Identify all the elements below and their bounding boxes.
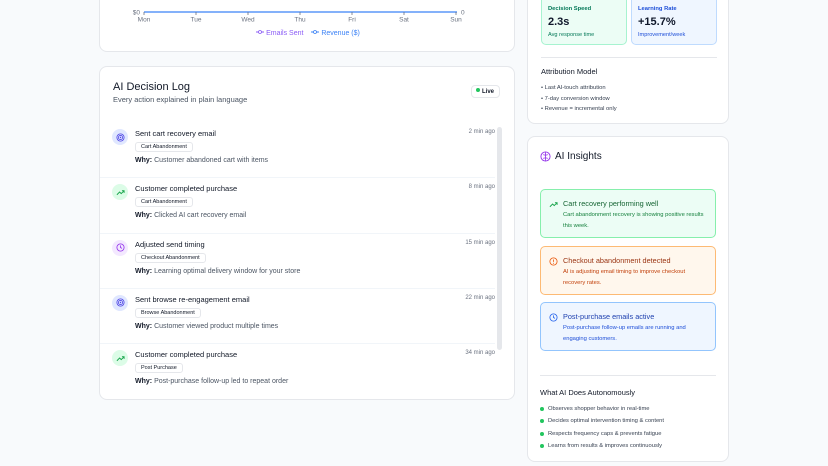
log-item-why: Why: Customer abandoned cart with items: [135, 157, 269, 164]
decision-log-list: Sent cart recovery email 2 min ago Cart …: [100, 123, 495, 399]
log-item-title: Sent cart recovery email: [135, 129, 216, 138]
x-tick-label: Wed: [241, 17, 255, 24]
autonomous-title: What AI Does Autonomously: [540, 388, 636, 397]
metric-value: +15.7%: [638, 16, 676, 28]
log-item-badge: Checkout Abandonment: [135, 252, 206, 263]
log-item-time: 2 min ago: [468, 129, 495, 135]
x-tick-label: Fri: [348, 17, 356, 24]
log-item-title: Customer completed purchase: [135, 350, 238, 360]
brain-icon: [540, 151, 551, 162]
clock-icon: [112, 239, 128, 256]
log-item-time: 15 min ago: [465, 239, 495, 246]
metric-caption: Avg response time: [548, 32, 595, 38]
attribution-item: • Last AI-touch attribution: [541, 85, 606, 91]
attribution-title: Attribution Model: [541, 67, 598, 76]
trending-up-icon: [112, 350, 128, 367]
log-item[interactable]: Customer completed purchase 8 min ago Ca…: [100, 178, 495, 234]
clock-icon: [549, 313, 558, 322]
x-tick-label: Tue: [191, 17, 202, 24]
autonomous-item: Decides optimal intervention timing & co…: [540, 415, 664, 427]
log-item-why: Why: Customer viewed product multiple ti…: [135, 322, 279, 330]
divider: [540, 375, 716, 376]
insight-description: Post-purchase follow-up emails are runni…: [563, 325, 686, 342]
chart-legend: Emails Sent Revenue ($): [100, 29, 516, 37]
log-item-why: Why: Clicked AI cart recovery email: [135, 212, 247, 220]
metric-caption: Improvement/week: [638, 32, 686, 38]
attribution-item: • Revenue = incremental only: [541, 106, 617, 112]
bullet-dot-icon: [540, 431, 544, 436]
insight-description: Cart abandonment recovery is showing pos…: [563, 212, 704, 229]
decision-speed-tile: Decision Speed 2.3s Avg response time: [541, 0, 627, 45]
y-right-tick: 0: [461, 10, 465, 17]
live-dot-icon: [475, 88, 480, 92]
log-item-why: Why: Post-purchase follow-up led to repe…: [135, 378, 289, 386]
legend-item-emails: Emails Sent: [256, 30, 305, 37]
insight-title: Cart recovery performing well: [563, 199, 659, 208]
legend-line-icon: [256, 30, 265, 34]
log-item-badge: Cart Abandonment: [135, 142, 193, 152]
x-tick-label: Sun: [450, 17, 462, 24]
learning-rate-tile: Learning Rate +15.7% Improvement/week: [631, 0, 717, 45]
decision-log-title: AI Decision Log: [113, 81, 191, 93]
performance-chart: $0 0 Mon Tue Wed Thu Fri Sat Sun: [133, 10, 465, 24]
performance-chart-card: $0 0 Mon Tue Wed Thu Fri Sat Sun Emails Sent R…: [99, 0, 515, 52]
log-item-time: 8 min ago: [468, 184, 495, 191]
metric-label: Learning Rate: [638, 6, 677, 12]
metrics-card: Decision Speed 2.3s Avg response time Le…: [527, 0, 729, 124]
bullet-dot-icon: [540, 407, 544, 412]
autonomous-list: Observes shopper behavior in real-time D…: [540, 403, 664, 452]
log-item-title: Sent browse re-engagement email: [135, 294, 250, 304]
x-tick-label: Mon: [138, 17, 151, 24]
bullet-dot-icon: [540, 419, 544, 424]
insight-post-purchase: Post-purchase emails active Post-purchas…: [540, 302, 716, 351]
insight-checkout-abandonment: Checkout abandonment detected AI is adju…: [540, 246, 716, 295]
log-item-title: Customer completed purchase: [135, 184, 238, 194]
log-item[interactable]: Sent cart recovery email 2 min ago Cart …: [100, 123, 495, 179]
log-item-why: Why: Learning optimal delivery window fo…: [135, 267, 301, 275]
metric-value: 2.3s: [548, 16, 570, 28]
log-item-badge: Browse Abandonment: [135, 307, 201, 318]
x-tick-label: Thu: [294, 17, 306, 24]
attribution-list: • Last AI-touch attribution • 7-day conv…: [541, 83, 617, 115]
legend-item-revenue: Revenue ($): [311, 30, 360, 37]
log-item[interactable]: Sent browse re-engagement email 22 min a…: [100, 289, 495, 345]
alert-circle-icon: [549, 257, 558, 266]
log-item-time: 34 min ago: [465, 350, 495, 357]
y-left-tick: $0: [133, 10, 141, 17]
decision-log-subtitle: Every action explained in plain language: [113, 95, 248, 104]
autonomous-item: Observes shopper behavior in real-time: [540, 403, 664, 415]
insight-title: Checkout abandonment detected: [563, 256, 671, 265]
log-item[interactable]: Adjusted send timing 15 min ago Checkout…: [100, 234, 495, 289]
log-item-time: 22 min ago: [465, 294, 495, 301]
insights-header: AI Insights: [540, 151, 602, 162]
target-icon: [112, 294, 128, 311]
log-item-badge: Cart Abandonment: [135, 197, 193, 208]
insight-title: Post-purchase emails active: [563, 312, 655, 321]
decision-log-card: AI Decision Log Every action explained i…: [99, 66, 515, 400]
insight-description: AI is adjusting email timing to improve …: [563, 269, 686, 286]
log-item-badge: Post Purchase: [135, 363, 183, 374]
target-icon: [112, 129, 128, 145]
insight-cart-recovery: Cart recovery performing well Cart aband…: [540, 189, 716, 238]
x-tick-label: Sat: [399, 17, 409, 24]
insights-card: AI Insights Cart recovery performing wel…: [527, 136, 729, 462]
trending-up-icon: [549, 202, 558, 208]
log-item-title: Adjusted send timing: [135, 239, 205, 249]
log-scrollbar[interactable]: [497, 127, 502, 350]
attribution-item: • 7-day conversion window: [541, 95, 610, 102]
divider: [541, 57, 717, 58]
insights-title: AI Insights: [555, 151, 602, 162]
trending-up-icon: [112, 184, 128, 201]
bullet-dot-icon: [540, 444, 544, 449]
metric-label: Decision Speed: [548, 6, 592, 12]
legend-line-icon: [311, 30, 320, 34]
autonomous-item: Learns from results & improves continuou…: [540, 440, 664, 452]
log-item[interactable]: Customer completed purchase 34 min ago P…: [100, 344, 495, 399]
autonomous-item: Respects frequency caps & prevents fatig…: [540, 428, 664, 440]
live-badge: Live: [470, 85, 500, 98]
